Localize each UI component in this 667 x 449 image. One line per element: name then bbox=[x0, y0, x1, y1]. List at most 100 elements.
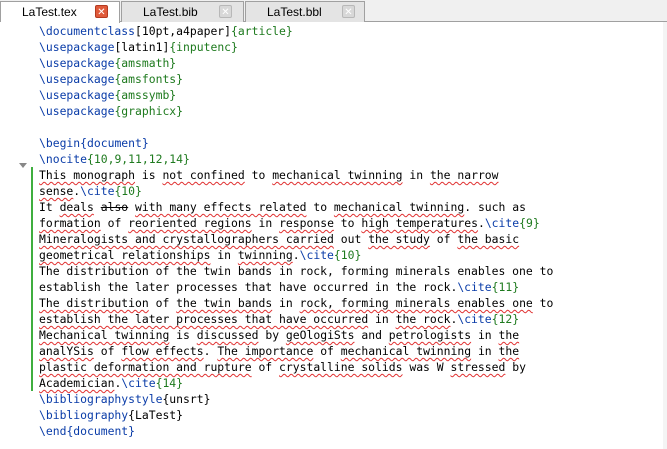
latex-command: \usepackage bbox=[39, 72, 115, 86]
misspelled-text: plastic deformation and rupture bbox=[39, 360, 252, 374]
fold-arrow-icon[interactable] bbox=[19, 163, 27, 168]
misspelled-text: twinning bbox=[237, 248, 293, 262]
code-text: to bbox=[306, 200, 334, 214]
latex-command: \bibliographystyle bbox=[39, 392, 163, 406]
misspelled-text: formation bbox=[39, 216, 101, 230]
code-line[interactable]: Academician.\cite{14} bbox=[39, 375, 667, 391]
code-text: . bbox=[292, 248, 300, 262]
misspelled-text: establish the later processes that have … bbox=[39, 312, 369, 326]
code-line[interactable]: This monograph is not confined to mechan… bbox=[39, 167, 667, 183]
code-text: to bbox=[244, 168, 273, 182]
tab-latest-bib[interactable]: LaTest.bib ✕ bbox=[121, 1, 244, 22]
latex-command: \usepackage bbox=[39, 88, 115, 102]
latex-command: \begin bbox=[39, 136, 81, 150]
close-icon[interactable]: ✕ bbox=[95, 5, 108, 18]
code-text: {LaTest} bbox=[128, 408, 184, 422]
code-line[interactable]: \end{document} bbox=[39, 423, 667, 439]
code-text: is bbox=[135, 168, 163, 182]
misspelled-text: stressed bbox=[450, 360, 506, 374]
code-text: is bbox=[169, 328, 197, 342]
code-text: The distribution of the twin bands in ro… bbox=[39, 264, 554, 278]
code-text: . such as bbox=[464, 200, 526, 214]
misspelled-text: reoriented regions bbox=[128, 216, 252, 230]
close-icon[interactable]: ✕ bbox=[342, 5, 355, 18]
latex-command: \nocite bbox=[39, 152, 88, 166]
misspelled-text: the bbox=[498, 344, 520, 358]
latex-argument: {amsfonts} bbox=[114, 72, 184, 86]
latex-command: \bibliography bbox=[39, 408, 129, 422]
misspelled-text: discussed bbox=[196, 328, 259, 342]
latex-argument: {10} bbox=[114, 184, 142, 198]
code-editor[interactable]: \documentclass[10pt,a4paper]{article} \us… bbox=[39, 23, 667, 439]
editor-gutter bbox=[0, 22, 33, 449]
code-line[interactable]: sense.\cite{10} bbox=[39, 183, 667, 199]
code-line[interactable]: \usepackage{amssymb} bbox=[39, 87, 667, 103]
code-line[interactable]: establish the later processes that have … bbox=[39, 311, 667, 327]
misspelled-text: Mechanical twinning bbox=[39, 328, 170, 342]
code-line[interactable]: \documentclass[10pt,a4paper]{article} bbox=[39, 23, 667, 39]
code-text: in bbox=[471, 328, 499, 342]
latex-argument: {9} bbox=[519, 216, 540, 230]
code-text: of bbox=[93, 344, 122, 358]
code-line[interactable]: \nocite{10,9,11,12,14} bbox=[39, 151, 667, 167]
tab-latest-bbl[interactable]: LaTest.bbl ✕ bbox=[245, 1, 365, 22]
tab-latest-tex[interactable]: LaTest.tex ✕ bbox=[0, 1, 120, 23]
latex-command: \documentclass bbox=[39, 24, 136, 38]
misspelled-text: the narrow bbox=[429, 168, 499, 182]
code-text: in bbox=[402, 168, 430, 182]
code-text: in bbox=[471, 344, 499, 358]
latex-command: \cite bbox=[457, 312, 492, 326]
code-text: of bbox=[148, 296, 177, 310]
code-line[interactable]: It deals also with many effects related … bbox=[39, 199, 667, 215]
misspelled-text: petrologists bbox=[388, 328, 472, 342]
misspelled-text: mechanical twinning bbox=[272, 168, 403, 182]
misspelled-text: The distribution bbox=[39, 296, 149, 310]
code-text: [10pt,a4paper] bbox=[135, 24, 232, 38]
misspelled-text: analYSis bbox=[39, 344, 94, 358]
code-line[interactable]: \usepackage{amsmath} bbox=[39, 55, 667, 71]
code-line[interactable]: formation of reoriented regions in respo… bbox=[39, 215, 667, 231]
code-text: by bbox=[258, 328, 286, 342]
code-line[interactable]: The distribution of the twin bands in ro… bbox=[39, 295, 667, 311]
code-line[interactable]: Mechanical twinning is discussed by geOl… bbox=[39, 327, 667, 343]
code-line[interactable]: establish the later processes that have … bbox=[39, 279, 667, 295]
misspelled-text: geometrical relationships bbox=[39, 248, 211, 262]
code-line[interactable]: geometrical relationships in twinning.\c… bbox=[39, 247, 667, 263]
tab-label: LaTest.tex bbox=[22, 5, 77, 19]
code-line[interactable] bbox=[39, 119, 667, 135]
code-line[interactable]: \bibliography{LaTest} bbox=[39, 407, 667, 423]
code-line[interactable]: plastic deformation and rupture of cryst… bbox=[39, 359, 667, 375]
misspelled-text: deals bbox=[59, 200, 94, 214]
code-text: It bbox=[39, 200, 60, 214]
tab-label: LaTest.bbl bbox=[267, 5, 322, 19]
code-text: by bbox=[505, 360, 526, 374]
misspelled-text: not confined bbox=[162, 168, 245, 182]
code-text: to bbox=[532, 296, 554, 310]
code-text: of bbox=[100, 216, 129, 230]
code-line[interactable]: analYSis of flow effects. The importance… bbox=[39, 343, 667, 359]
latex-command: {document} bbox=[80, 136, 149, 150]
code-line[interactable]: The distribution of the twin bands in ro… bbox=[39, 263, 667, 279]
close-icon[interactable]: ✕ bbox=[219, 5, 232, 18]
code-text: in bbox=[368, 312, 396, 326]
code-text: {unsrt} bbox=[162, 392, 211, 406]
misspelled-text: Academician bbox=[39, 376, 115, 390]
code-line[interactable]: \usepackage[latin1]{inputenc} bbox=[39, 39, 667, 55]
misspelled-text: the rock bbox=[395, 312, 451, 326]
latex-command: \cite bbox=[80, 184, 115, 198]
code-line[interactable]: Mineralogists and crystallographers carr… bbox=[39, 231, 667, 247]
latex-argument: {amssymb} bbox=[114, 88, 177, 102]
misspelled-text: the study bbox=[368, 232, 430, 246]
misspelled-text: flow effects bbox=[121, 344, 204, 358]
misspelled-text: mechanical twinning bbox=[340, 344, 472, 358]
code-line[interactable]: \usepackage{graphicx} bbox=[39, 103, 667, 119]
code-text: out bbox=[333, 232, 369, 246]
code-line[interactable]: \usepackage{amsfonts} bbox=[39, 71, 667, 87]
code-line[interactable]: \begin{document} bbox=[39, 135, 667, 151]
vertical-scrollbar[interactable] bbox=[663, 22, 667, 449]
code-text: in bbox=[272, 296, 300, 310]
code-line[interactable]: \bibliographystyle{unsrt} bbox=[39, 391, 667, 407]
latex-command: \cite bbox=[457, 280, 492, 294]
